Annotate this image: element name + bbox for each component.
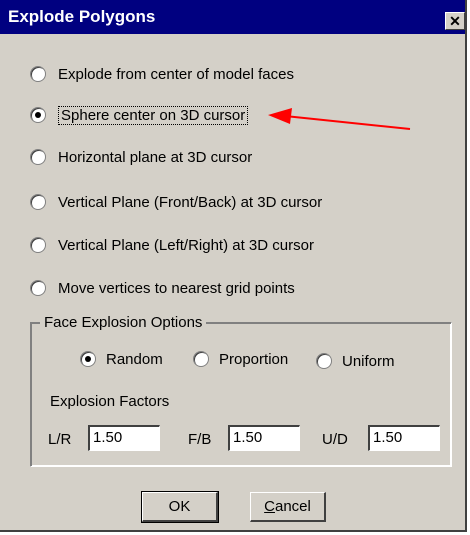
- cancel-label: Cancel: [264, 498, 311, 515]
- ud-label: U/D: [322, 431, 348, 448]
- mode-label: Proportion: [219, 350, 289, 368]
- ok-button[interactable]: OK: [141, 491, 219, 523]
- lr-label: L/R: [48, 431, 72, 448]
- mode-random[interactable]: Random: [80, 348, 163, 370]
- ud-factor-input[interactable]: 1.50: [368, 425, 440, 451]
- explosion-factors-label: Explosion Factors: [50, 393, 170, 410]
- lr-factor-input[interactable]: 1.50: [88, 425, 160, 451]
- mode-uniform[interactable]: Uniform: [316, 350, 395, 372]
- cancel-button[interactable]: Cancel: [250, 492, 326, 522]
- mode-label: Random: [106, 350, 163, 368]
- fb-label: F/B: [188, 431, 212, 448]
- fb-factor-input[interactable]: 1.50: [228, 425, 300, 451]
- mode-proportion[interactable]: Proportion: [193, 348, 288, 370]
- group-legend: Face Explosion Options: [40, 314, 207, 331]
- ok-label: OK: [168, 498, 191, 515]
- explode-polygons-dialog: Explode Polygons ✕ Explode from center o…: [0, 0, 467, 532]
- radio-proportion[interactable]: [193, 351, 209, 367]
- radio-uniform[interactable]: [316, 353, 332, 369]
- mode-label: Uniform: [342, 352, 395, 370]
- radio-random[interactable]: [80, 351, 96, 367]
